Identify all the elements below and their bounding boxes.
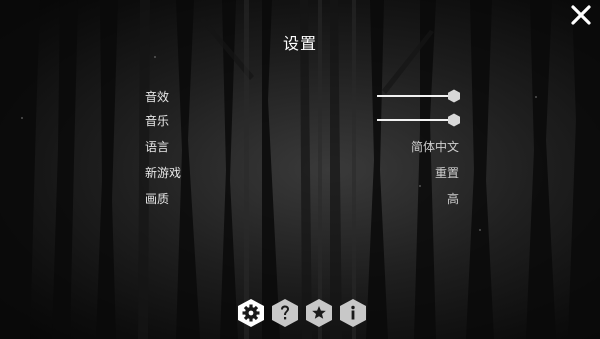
star-icon [306,299,332,327]
quality-label: 画质 [145,192,170,206]
setting-row-new-game: 新游戏 重置 [145,162,463,182]
music-label: 音乐 [145,114,170,128]
language-label: 语言 [145,140,170,154]
slider-thumb[interactable] [447,113,461,127]
close-icon [571,5,591,25]
sound-effects-label: 音效 [145,90,170,104]
settings-screen: 设置 音效 音乐 语言 简体中文 新游戏 重置 画质 高 [0,0,600,339]
gear-icon [238,299,264,327]
info-icon [340,299,366,327]
info-button[interactable] [339,298,367,328]
setting-row-music: 音乐 [145,110,463,130]
help-button[interactable] [271,298,299,328]
slider-track [377,119,449,121]
setting-row-language: 语言 简体中文 [145,136,463,156]
close-button[interactable] [570,4,592,26]
music-slider[interactable] [377,110,463,130]
bottom-icon-bar [237,298,367,328]
settings-tab-button[interactable] [237,298,265,328]
language-value[interactable]: 简体中文 [411,138,459,155]
quality-value[interactable]: 高 [447,190,459,207]
setting-row-sound-effects: 音效 [145,86,463,106]
slider-thumb[interactable] [447,89,461,103]
achievements-button[interactable] [305,298,333,328]
page-title: 设置 [282,34,317,53]
setting-row-quality: 画质 高 [145,188,463,208]
new-game-label: 新游戏 [145,166,182,180]
sound-effects-slider[interactable] [377,86,463,106]
reset-button[interactable]: 重置 [435,164,459,181]
slider-track [377,95,449,97]
help-icon [272,299,298,327]
